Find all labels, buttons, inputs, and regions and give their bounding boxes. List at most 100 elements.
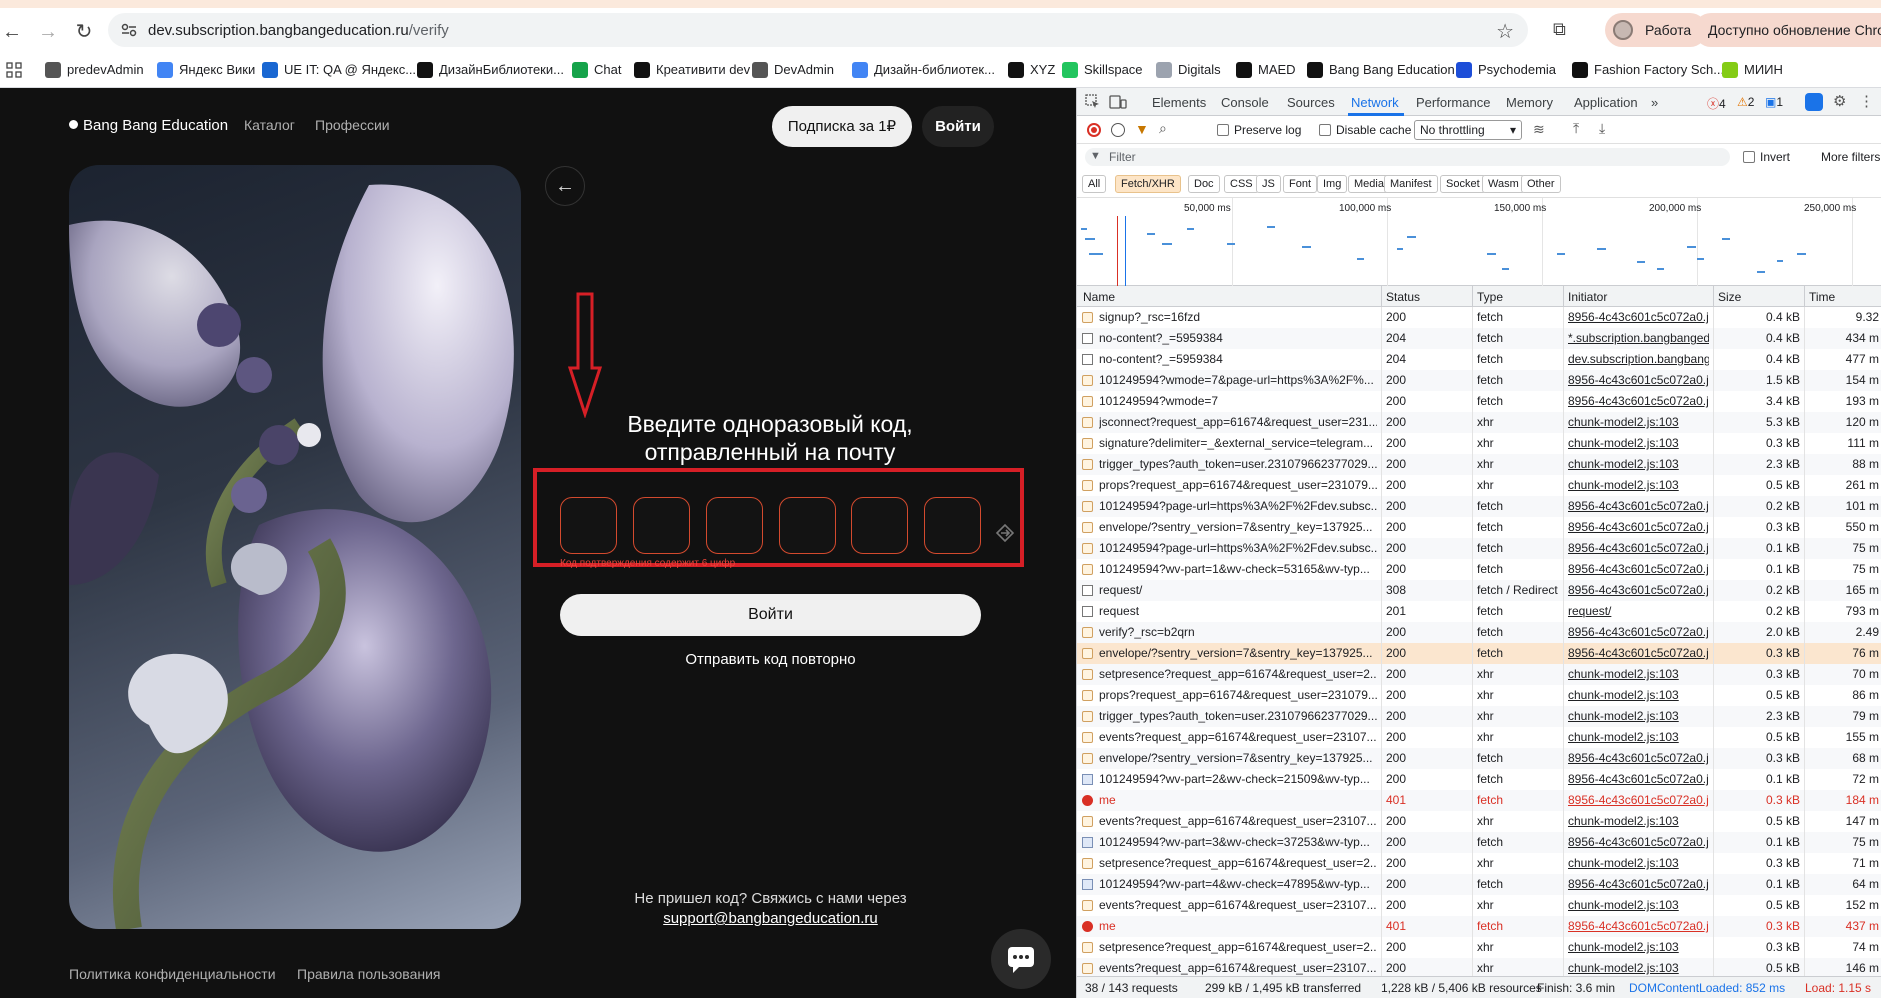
tab-network[interactable]: Network	[1351, 95, 1399, 110]
kebab-menu-icon[interactable]: ⋮	[1859, 92, 1874, 110]
code-digit-4[interactable]	[779, 497, 836, 554]
column-name[interactable]: Name	[1083, 290, 1115, 304]
request-initiator[interactable]: chunk-model2.js:103	[1568, 937, 1709, 958]
site-logo[interactable]: Bang Bang Education	[69, 117, 228, 134]
import-har-icon[interactable]: ⤒	[1573, 120, 1579, 137]
back-button[interactable]: ←	[545, 166, 585, 206]
type-filter-doc[interactable]: Doc	[1188, 175, 1220, 193]
bookmark-item[interactable]: MAED	[1236, 60, 1296, 80]
code-digit-3[interactable]	[706, 497, 763, 554]
request-row[interactable]: jsconnect?request_app=61674&request_user…	[1077, 412, 1881, 433]
column-type[interactable]: Type	[1477, 290, 1503, 304]
request-initiator[interactable]: chunk-model2.js:103	[1568, 727, 1709, 748]
invert-checkbox[interactable]	[1743, 151, 1755, 163]
disable-cache-checkbox[interactable]	[1319, 124, 1331, 136]
back-arrow-icon[interactable]: ←	[0, 20, 24, 44]
site-info-icon[interactable]	[120, 21, 138, 39]
request-row[interactable]: 101249594?wv-part=4&wv-check=47895&wv-ty…	[1077, 874, 1881, 895]
privacy-policy-link[interactable]: Политика конфиденциальности	[69, 966, 276, 982]
type-filter-fetchxhr[interactable]: Fetch/XHR	[1115, 175, 1181, 193]
bookmark-item[interactable]: XYZ	[1008, 60, 1055, 80]
type-filter-other[interactable]: Other	[1521, 175, 1561, 193]
request-initiator[interactable]: 8956-4c43c601c5c072a0.js:1	[1568, 559, 1709, 580]
bookmark-item[interactable]: Яндекс Вики	[157, 60, 255, 80]
bookmark-item[interactable]: ДизайнБиблиотеки...	[417, 60, 564, 80]
request-initiator[interactable]: 8956-4c43c601c5c072a0.js:1	[1568, 790, 1709, 811]
record-icon[interactable]	[1087, 123, 1101, 137]
request-row[interactable]: setpresence?request_app=61674&request_us…	[1077, 853, 1881, 874]
column-size[interactable]: Size	[1718, 290, 1741, 304]
request-initiator[interactable]: 8956-4c43c601c5c072a0.js:1	[1568, 391, 1709, 412]
request-row[interactable]: props?request_app=61674&request_user=231…	[1077, 475, 1881, 496]
paste-code-icon[interactable]	[995, 524, 1015, 542]
bookmark-item[interactable]: Chat	[572, 60, 621, 80]
request-initiator[interactable]: chunk-model2.js:103	[1568, 664, 1709, 685]
filter-funnel-icon[interactable]: ▼	[1135, 121, 1149, 137]
code-digit-5[interactable]	[851, 497, 908, 554]
request-row[interactable]: trigger_types?auth_token=user.2310796623…	[1077, 706, 1881, 727]
request-initiator[interactable]: 8956-4c43c601c5c072a0.js:1	[1568, 643, 1709, 664]
request-initiator[interactable]: 8956-4c43c601c5c072a0.js:1	[1568, 517, 1709, 538]
update-chrome-button[interactable]: Доступно обновление Chrome	[1694, 13, 1881, 47]
request-initiator[interactable]: 8956-4c43c601c5c072a0.js:1	[1568, 748, 1709, 769]
type-filter-css[interactable]: CSS	[1224, 175, 1259, 193]
request-row[interactable]: signup?_rsc=16fzd 200 fetch 8956-4c43c601c5…	[1077, 307, 1881, 328]
network-conditions-icon[interactable]: ≋	[1533, 121, 1545, 138]
type-filter-img[interactable]: Img	[1317, 175, 1348, 193]
request-row[interactable]: request 201 fetch request/0.2 kB 793 m	[1077, 601, 1881, 622]
request-row[interactable]: me 401 fetch 8956-4c43c601c5c072a0.js:1 0.3 …	[1077, 790, 1881, 811]
support-email-link[interactable]: support@bangbangeducation.ru	[560, 909, 981, 929]
tab-application[interactable]: Application	[1574, 95, 1638, 110]
bookmark-item[interactable]: Fashion Factory Sch...	[1572, 60, 1724, 80]
request-row[interactable]: events?request_app=61674&request_user=23…	[1077, 727, 1881, 748]
reload-icon[interactable]: ↻	[72, 20, 96, 44]
tab-console[interactable]: Console	[1221, 95, 1269, 110]
tab-memory[interactable]: Memory	[1506, 95, 1553, 110]
request-initiator[interactable]: 8956-4c43c601c5c072a0.js:1	[1568, 370, 1709, 391]
type-filter-js[interactable]: JS	[1256, 175, 1281, 193]
network-overview-timeline[interactable]: 50,000 ms 100,000 ms 150,000 ms 200,000 ms 2…	[1077, 198, 1881, 286]
bookmark-item[interactable]: predevAdmin	[45, 60, 144, 80]
request-initiator[interactable]: 8956-4c43c601c5c072a0.js:1	[1568, 874, 1709, 895]
request-initiator[interactable]: 8956-4c43c601c5c072a0.js:1	[1568, 916, 1709, 937]
request-initiator[interactable]: chunk-model2.js:103	[1568, 811, 1709, 832]
type-filter-socket[interactable]: Socket	[1440, 175, 1486, 193]
profile-chip[interactable]: Работа	[1605, 13, 1708, 47]
request-row[interactable]: 101249594?wv-part=1&wv-check=53165&wv-ty…	[1077, 559, 1881, 580]
request-initiator[interactable]: 8956-4c43c601c5c072a0.js:1	[1568, 769, 1709, 790]
apps-grid-icon[interactable]	[6, 62, 22, 78]
request-initiator[interactable]: 8956-4c43c601c5c072a0.js:1	[1568, 832, 1709, 853]
more-tabs-button[interactable]: »	[1651, 95, 1658, 110]
resend-code-link[interactable]: Отправить код повторно	[560, 651, 981, 668]
request-row[interactable]: signature?delimiter=_&external_service=t…	[1077, 433, 1881, 454]
request-initiator[interactable]: chunk-model2.js:103	[1568, 706, 1709, 727]
clear-icon[interactable]	[1111, 123, 1125, 137]
request-row[interactable]: envelope/?sentry_version=7&sentry_key=13…	[1077, 748, 1881, 769]
preserve-log-checkbox[interactable]	[1217, 124, 1229, 136]
type-filter-all[interactable]: All	[1082, 175, 1107, 193]
bookmark-item[interactable]: UE IT: QA @ Яндекс...	[262, 60, 416, 80]
request-initiator[interactable]: 8956-4c43c601c5c072a0.js:1	[1568, 622, 1709, 643]
request-row[interactable]: 101249594?wmode=7 200 fetch 8956-4c43c601c5…	[1077, 391, 1881, 412]
request-row[interactable]: 101249594?page-url=https%3A%2F%2Fdev.sub…	[1077, 538, 1881, 559]
column-status[interactable]: Status	[1386, 290, 1420, 304]
request-row[interactable]: 101249594?wmode=7&page-url=https%3A%2F%.…	[1077, 370, 1881, 391]
request-row[interactable]: 101249594?page-url=https%3A%2F%2Fdev.sub…	[1077, 496, 1881, 517]
filter-input[interactable]: Filter	[1085, 148, 1730, 166]
bookmark-item[interactable]: Skillspace	[1062, 60, 1143, 80]
request-row[interactable]: me 401 fetch 8956-4c43c601c5c072a0.js:1 0.3 …	[1077, 916, 1881, 937]
code-digit-2[interactable]	[633, 497, 690, 554]
request-initiator[interactable]: request/	[1568, 601, 1709, 622]
bookmark-item[interactable]: DevAdmin	[752, 60, 834, 80]
code-digit-6[interactable]	[924, 497, 981, 554]
address-bar[interactable]: dev.subscription.bangbangeducation.ru/ve…	[108, 13, 1528, 47]
settings-gear-icon[interactable]: ⚙	[1833, 92, 1846, 110]
extensions-icon[interactable]: ⧉	[1553, 19, 1566, 40]
column-time[interactable]: Time	[1809, 290, 1835, 304]
request-row[interactable]: events?request_app=61674&request_user=23…	[1077, 895, 1881, 916]
bookmark-item[interactable]: Digitals	[1156, 60, 1221, 80]
forward-arrow-icon[interactable]: →	[36, 20, 60, 44]
request-initiator[interactable]: chunk-model2.js:103	[1568, 475, 1709, 496]
type-filter-font[interactable]: Font	[1283, 175, 1318, 193]
request-initiator[interactable]: dev.subscription.bangbange	[1568, 349, 1709, 370]
